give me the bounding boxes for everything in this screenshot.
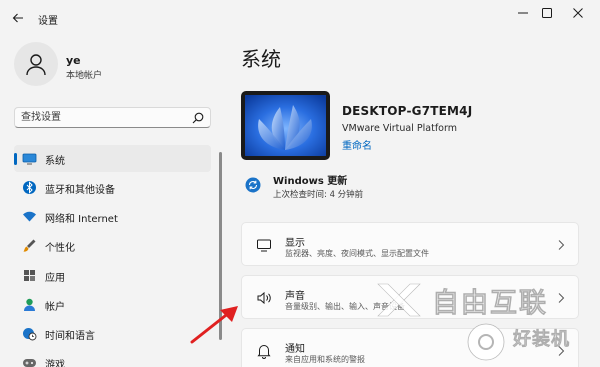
sidebar-item-label: 网络和 Internet	[45, 214, 118, 225]
sidebar-item-system[interactable]: 系统	[14, 145, 211, 172]
search-box[interactable]	[14, 107, 211, 128]
active-indicator	[14, 153, 17, 165]
avatar[interactable]	[14, 42, 58, 86]
sidebar-item-time-language[interactable]: 时间和语言	[14, 320, 211, 347]
chevron-right-icon	[558, 293, 565, 303]
search-input[interactable]	[21, 110, 181, 125]
sidebar-item-accounts[interactable]: 帐户	[14, 291, 211, 318]
account-type: 本地帐户	[66, 71, 103, 81]
gamepad-icon	[22, 355, 37, 367]
watermark-subtext: 好装机	[513, 329, 570, 351]
sidebar-item-label: 系统	[45, 156, 65, 167]
sidebar-item-label: 游戏	[45, 360, 65, 367]
card-subtitle: 音量级别、输出、输入、声音设备	[285, 302, 405, 311]
user-name: ye	[66, 54, 81, 67]
chevron-right-icon	[558, 240, 565, 250]
brush-icon	[22, 238, 37, 253]
sidebar-item-label: 时间和语言	[45, 331, 95, 342]
sidebar-item-apps[interactable]: 应用	[14, 262, 211, 289]
device-model: VMware Virtual Platform	[342, 123, 457, 134]
sidebar-item-bluetooth[interactable]: 蓝牙和其他设备	[14, 174, 211, 201]
bell-icon	[255, 342, 273, 360]
title-bar: 设置	[0, 0, 600, 36]
minimize-button[interactable]	[510, 4, 536, 22]
bloom-wallpaper-icon	[245, 95, 326, 156]
maximize-icon	[542, 8, 552, 18]
clock-globe-icon	[22, 326, 37, 341]
wifi-icon	[22, 209, 37, 224]
search-icon[interactable]	[192, 112, 204, 124]
back-button[interactable]	[8, 8, 28, 28]
sidebar-item-label: 蓝牙和其他设备	[45, 185, 115, 196]
speaker-icon	[255, 289, 273, 307]
card-title: 显示	[285, 238, 305, 249]
close-icon	[573, 8, 583, 18]
arrow-left-icon	[12, 13, 23, 23]
sidebar-item-network[interactable]: 网络和 Internet	[14, 203, 211, 230]
apps-icon	[22, 268, 37, 283]
app-title: 设置	[38, 16, 58, 27]
card-subtitle: 来自应用和系统的警报	[285, 355, 365, 364]
display-icon	[22, 151, 37, 166]
card-title: 声音	[285, 291, 305, 302]
watermark-text: 自由互联	[432, 288, 548, 320]
settings-card-display[interactable]: 显示 监视器、亮度、夜间模式、显示配置文件	[241, 222, 579, 266]
settings-window: 设置 ye 本地帐户 系统	[0, 0, 600, 367]
card-subtitle: 监视器、亮度、夜间模式、显示配置文件	[285, 249, 429, 258]
rename-link[interactable]: 重命名	[342, 137, 372, 152]
monitor-icon	[255, 236, 273, 254]
sidebar-item-label: 个性化	[45, 243, 75, 254]
minimize-icon	[518, 12, 528, 14]
windows-update-title[interactable]: Windows 更新	[273, 172, 347, 187]
account-icon	[22, 297, 37, 312]
sidebar-item-label: 应用	[45, 273, 65, 284]
sidebar-item-personalization[interactable]: 个性化	[14, 232, 211, 259]
maximize-button[interactable]	[534, 4, 560, 22]
device-name: DESKTOP-G7TEM4J	[342, 104, 473, 118]
page-title: 系统	[241, 47, 281, 71]
sidebar-item-gaming[interactable]: 游戏	[14, 349, 211, 367]
user-icon	[26, 54, 46, 76]
sidebar-item-label: 帐户	[45, 302, 65, 313]
device-wallpaper-thumbnail	[241, 91, 330, 160]
annotation-arrow-icon	[190, 306, 238, 344]
close-button[interactable]	[565, 4, 591, 22]
windows-update-icon[interactable]	[245, 177, 261, 193]
bluetooth-icon	[22, 180, 37, 195]
card-title: 通知	[285, 344, 305, 355]
windows-update-last-check: 上次检查时间: 4 分钟前	[273, 190, 364, 200]
